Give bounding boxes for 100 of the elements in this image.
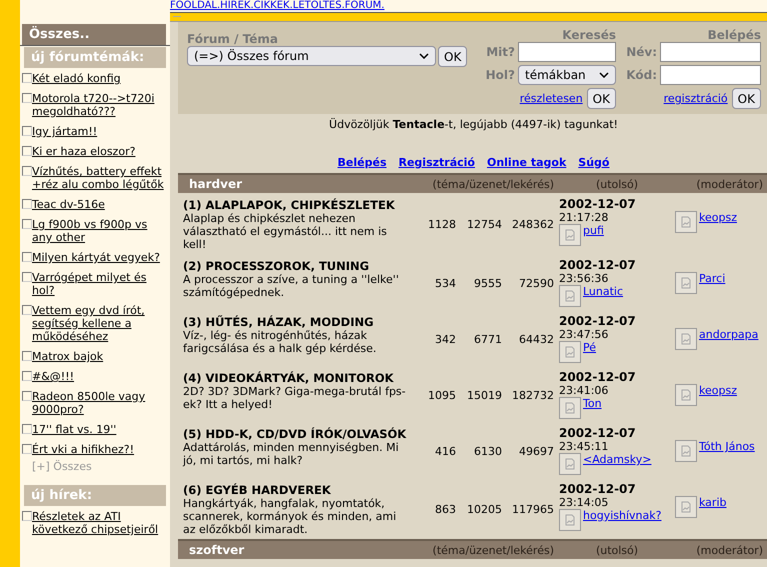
topic-link[interactable]: Matrox bajok — [32, 350, 166, 363]
moderator-link[interactable]: Tóth János — [699, 440, 755, 453]
checkbox-icon — [22, 272, 32, 282]
moderator-link[interactable]: Parci — [699, 272, 726, 285]
checkbox-icon — [22, 219, 32, 229]
topic-count: 863 — [434, 503, 456, 516]
user-link[interactable]: Ton — [583, 397, 602, 410]
last-post-date: 2002-12-07 — [559, 259, 637, 272]
topic-link[interactable]: Motorola t720-->t720i megoldható??? — [32, 92, 166, 118]
topic-count: 416 — [434, 444, 456, 458]
last-post-date: 2002-12-07 — [559, 483, 637, 496]
column-header: (utolsó) — [594, 544, 640, 556]
view-count: 248362 — [511, 218, 554, 231]
topic-link[interactable]: Teac dv-516e — [32, 198, 166, 211]
sidebar-header[interactable]: Összes.. — [22, 24, 166, 45]
checkbox-icon — [22, 73, 32, 83]
topic-link[interactable]: Igy jártam!! — [32, 125, 166, 138]
forum-title-link[interactable]: (4) VIDEOKÁRTYÁK, MONITOROK — [183, 371, 412, 385]
ok-button[interactable]: OK — [732, 88, 761, 109]
checkbox-icon — [22, 166, 32, 176]
topic-count: 1128 — [427, 218, 456, 231]
moderator-link[interactable]: keopsz — [699, 211, 737, 224]
last-post-time: 23:14:05 — [559, 496, 610, 509]
view-count: 182732 — [511, 388, 554, 402]
topic-link[interactable]: Részletek az ATI következő chipsetjeiről — [32, 510, 166, 536]
message-count: 15019 — [466, 388, 502, 402]
checkbox-icon — [22, 126, 32, 136]
topic-link[interactable]: Radeon 8500le vagy 9000pro? — [32, 390, 166, 416]
broken-image-icon — [559, 224, 581, 246]
forum-description: 2D? 3D? 3DMark? Giga-mega-brutál fps-ek? Itt a helyed! — [183, 385, 407, 411]
register-link[interactable]: regisztráció — [664, 92, 728, 105]
ok-button[interactable]: OK — [586, 88, 616, 109]
topic-link[interactable]: #&@!!! — [32, 370, 166, 383]
topic-link[interactable]: Vettem egy dvd írót, segítség kellene a működéséhez — [32, 304, 166, 343]
moderator-link[interactable]: keopsz — [699, 384, 737, 397]
nav-link[interactable]: Regisztráció — [398, 156, 475, 169]
message-count: 9555 — [473, 276, 502, 290]
user-link[interactable]: pufi — [583, 224, 604, 237]
search-title: Keresés — [561, 28, 616, 42]
name-field[interactable] — [660, 42, 761, 62]
checkbox-icon — [22, 252, 32, 262]
broken-image-icon — [559, 509, 581, 531]
forum-title-link[interactable]: (3) HŰTÉS, HÁZAK, MODDING — [183, 315, 412, 329]
checkbox-icon — [22, 146, 32, 156]
search-field[interactable] — [518, 42, 616, 62]
broken-image-icon — [675, 440, 697, 462]
nav-link[interactable]: Súgó — [578, 156, 610, 169]
section-header: új fórumtémák: — [24, 47, 166, 68]
forum-title-link[interactable]: (1) ALAPLAPOK, CHIPKÉSZLETEK — [183, 198, 412, 212]
topic-link[interactable]: Vízhűtés, battery effekt +réz alu combo légűtők — [32, 165, 166, 191]
checkbox-icon — [22, 93, 32, 103]
user-link[interactable]: <Adamsky> — [583, 453, 652, 466]
user-link[interactable]: Lunatic — [583, 285, 624, 298]
checkbox-icon — [22, 444, 32, 454]
moderator-link[interactable]: karib — [699, 496, 726, 509]
code-field[interactable] — [660, 65, 761, 85]
topic-link[interactable]: Ki er haza eloszor? — [32, 145, 166, 158]
topic-link[interactable]: Két eladó konfig — [32, 72, 166, 85]
where-select[interactable]: témákban — [518, 65, 616, 85]
column-header: (utolsó) — [594, 178, 640, 190]
welcome-message: Üdvözöljük Tentacle-t, legújabb (4497-ik) tagunkat! — [328, 117, 619, 133]
topic-count: 342 — [434, 332, 456, 346]
moderator-link[interactable]: andorpapa — [699, 328, 758, 341]
last-post-date: 2002-12-07 — [559, 315, 637, 328]
user-link[interactable]: Pé — [583, 341, 596, 354]
field-label: Kód: — [625, 68, 658, 82]
forum-description: Víz-, lég- és nitrogénhűtés, házak farigcsálása és a halk gép kérdése. — [183, 329, 378, 355]
details-link[interactable]: részletesen — [520, 92, 583, 105]
view-count: 64432 — [518, 332, 554, 346]
chevron-icon — [599, 72, 609, 78]
forum-select[interactable]: (=>) Összes fórum — [187, 46, 436, 66]
topic-count: 1095 — [427, 388, 456, 402]
last-post-time: 23:45:11 — [559, 440, 610, 453]
topic-link[interactable]: Varrógépet milyet és hol? — [32, 271, 166, 297]
topic-link[interactable]: 17'' flat vs. 19'' — [32, 423, 166, 436]
nav-link[interactable]: Online tagok — [486, 156, 566, 169]
message-count: 12754 — [466, 218, 502, 231]
ok-button[interactable]: OK — [438, 46, 468, 67]
top-nav-link[interactable]: FOOLDAL.HIREK.CIKKEK.LETOLTES.FORUM. — [170, 0, 767, 11]
category-name: szoftver — [188, 543, 246, 557]
broken-image-icon — [559, 341, 581, 363]
forum-title-link[interactable]: (5) HDD-K, CD/DVD ÍRÓK/OLVASÓK — [183, 427, 412, 441]
broken-image-icon — [559, 453, 581, 475]
topic-link[interactable]: Milyen kártyát vegyek? — [32, 251, 166, 264]
broken-image-icon — [559, 285, 581, 307]
nav-link[interactable]: Belépés — [338, 156, 386, 169]
forum-title-link[interactable]: (6) EGYÉB HARDVEREK — [183, 483, 412, 497]
forum-label: Fórum / Téma — [187, 32, 279, 46]
last-post-time: 21:17:28 — [559, 211, 610, 224]
last-post-date: 2002-12-07 — [559, 427, 637, 440]
forum-title-link[interactable]: (2) PROCESSZOROK, TUNING — [183, 259, 412, 273]
column-header: (téma/üzenet/lekérés) — [432, 544, 554, 556]
broken-image-icon — [675, 211, 697, 233]
section-header: új hírek: — [24, 485, 166, 506]
checkbox-icon — [22, 199, 32, 209]
user-link[interactable]: hogyishívnak? — [583, 509, 662, 522]
topic-link[interactable]: Lg f900b vs f900p vs any other — [32, 218, 166, 244]
view-count: 49697 — [518, 444, 554, 458]
login-title: Belépés — [706, 28, 761, 42]
topic-link[interactable]: Ért vki a hifikhez?! — [32, 443, 166, 456]
